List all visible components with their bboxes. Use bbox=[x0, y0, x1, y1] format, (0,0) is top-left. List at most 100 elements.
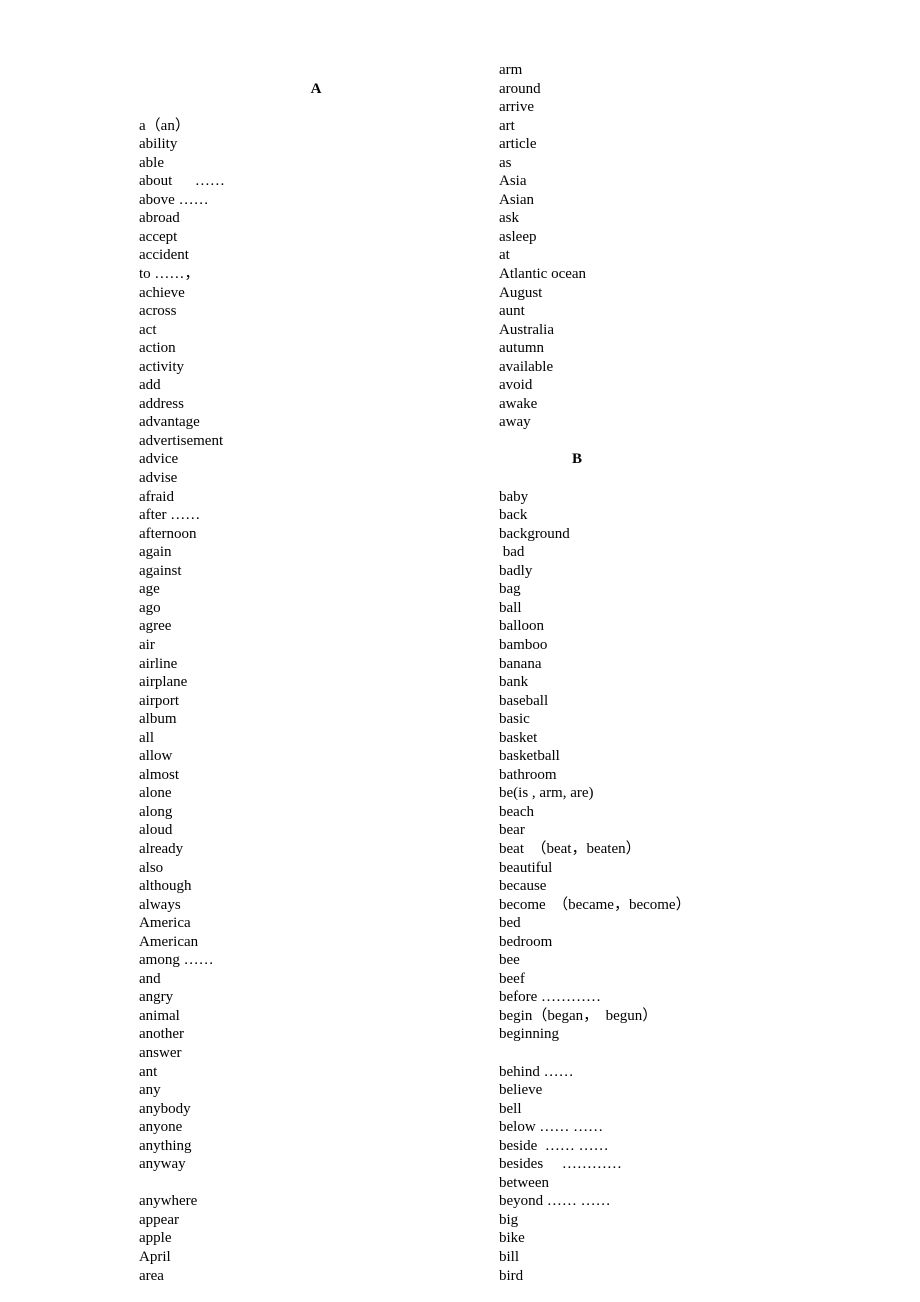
word-entry: baseball bbox=[499, 692, 549, 709]
word-entry: around bbox=[499, 80, 541, 97]
word-entry: abroad bbox=[139, 210, 180, 227]
word-entry: believe bbox=[499, 1082, 543, 1099]
word-entry: bad bbox=[499, 544, 525, 561]
word-entry: again bbox=[139, 544, 172, 561]
word-entry: anybody bbox=[139, 1100, 191, 1117]
word-entry: April bbox=[139, 1249, 171, 1265]
word-entry: between bbox=[499, 1174, 549, 1191]
word-entry: apple bbox=[139, 1230, 172, 1247]
word-entry: above …… bbox=[139, 191, 209, 208]
word-entry: beside …… …… bbox=[499, 1137, 609, 1154]
word-entry: autumn bbox=[499, 340, 544, 357]
word-entry: American bbox=[139, 933, 199, 950]
word-entry: add bbox=[139, 377, 161, 394]
word-entry: after …… bbox=[139, 507, 201, 524]
word-entry: besides ………… bbox=[499, 1156, 622, 1173]
word-entry: anything bbox=[139, 1137, 192, 1154]
word-entry: bedroom bbox=[499, 933, 553, 950]
word-entry: across bbox=[139, 303, 177, 320]
word-entry: afraid bbox=[139, 488, 174, 505]
word-entry: bell bbox=[499, 1100, 522, 1117]
word-entry: area bbox=[139, 1267, 164, 1284]
word-entry: away bbox=[499, 414, 531, 431]
word-entry: Asian bbox=[499, 191, 534, 208]
word-entry: balloon bbox=[499, 618, 544, 635]
word-entry: bill bbox=[499, 1249, 520, 1265]
word-entry: aunt bbox=[499, 303, 525, 320]
word-entry: basketball bbox=[499, 748, 560, 765]
word-entry: bank bbox=[499, 674, 529, 691]
word-entry: another bbox=[139, 1026, 184, 1043]
word-entry: beat （beat，beaten） bbox=[499, 840, 641, 857]
word-entry: beautiful bbox=[499, 859, 553, 876]
word-entry: article bbox=[499, 136, 537, 153]
word-entry: Asia bbox=[499, 173, 527, 190]
word-entry: bird bbox=[499, 1267, 524, 1284]
word-entry: arrive bbox=[499, 99, 534, 116]
word-entry: any bbox=[139, 1082, 161, 1099]
word-entry: already bbox=[139, 840, 184, 857]
word-entry: although bbox=[139, 878, 192, 895]
word-entry: afternoon bbox=[139, 525, 197, 542]
word-entry: animal bbox=[139, 1007, 180, 1024]
word-entry: against bbox=[139, 562, 182, 579]
word-entry: action bbox=[139, 340, 176, 357]
word-entry: bike bbox=[499, 1230, 525, 1247]
word-entry: address bbox=[139, 395, 184, 412]
word-entry: advantage bbox=[139, 414, 200, 431]
left-word-column: Aa（an） ability able about …… above …… abroad a… bbox=[139, 61, 493, 1285]
word-entry: be(is , arm, are) bbox=[499, 785, 594, 802]
word-entry: banana bbox=[499, 655, 542, 672]
word-entry: ball bbox=[499, 599, 522, 616]
word-entry: Australia bbox=[499, 321, 554, 338]
word-entry: appear bbox=[139, 1211, 179, 1228]
word-entry: beach bbox=[499, 803, 534, 820]
word-entry: among …… bbox=[139, 952, 214, 969]
word-entry: asleep bbox=[499, 228, 537, 245]
word-entry: achieve bbox=[139, 284, 185, 301]
word-entry: beyond …… …… bbox=[499, 1193, 611, 1210]
word-entry: basic bbox=[499, 711, 530, 728]
word-entry: to ……， bbox=[139, 266, 200, 283]
word-entry: Atlantic ocean bbox=[499, 266, 587, 283]
word-entry: alone bbox=[139, 785, 172, 802]
word-entry: accept bbox=[139, 228, 178, 245]
section-heading-b: B bbox=[571, 451, 582, 468]
word-entry: bathroom bbox=[499, 766, 557, 783]
word-entry: answer bbox=[139, 1044, 182, 1061]
word-entry: air bbox=[139, 636, 155, 653]
word-entry: always bbox=[139, 896, 181, 913]
word-entry: basket bbox=[499, 729, 538, 746]
word-entry: August bbox=[499, 284, 543, 301]
word-entry: as bbox=[499, 154, 512, 171]
word-entry: become （became，become） bbox=[499, 896, 691, 913]
word-entry: all bbox=[139, 729, 154, 746]
word-entry: act bbox=[139, 321, 157, 338]
word-entry: allow bbox=[139, 748, 173, 765]
word-entry: awake bbox=[499, 395, 538, 412]
word-entry: art bbox=[499, 117, 515, 134]
word-entry: bed bbox=[499, 915, 521, 932]
word-entry: ant bbox=[139, 1063, 158, 1080]
word-entry: bear bbox=[499, 822, 525, 839]
word-entry: big bbox=[499, 1211, 519, 1228]
word-entry: airline bbox=[139, 655, 178, 672]
word-entry: almost bbox=[139, 766, 179, 783]
word-entry: accident bbox=[139, 247, 189, 264]
word-entry: behind …… bbox=[499, 1063, 574, 1080]
word-entry: anywhere bbox=[139, 1193, 198, 1210]
word-entry: ask bbox=[499, 210, 519, 227]
word-entry: angry bbox=[139, 989, 174, 1006]
word-entry: airport bbox=[139, 692, 179, 709]
word-entry: about …… bbox=[139, 173, 225, 190]
word-entry: activity bbox=[139, 358, 184, 375]
word-entry: along bbox=[139, 803, 173, 820]
word-entry: back bbox=[499, 507, 528, 524]
word-entry: anyone bbox=[139, 1119, 183, 1136]
word-entry: at bbox=[499, 247, 510, 264]
word-entry: bamboo bbox=[499, 636, 548, 653]
word-entry: beef bbox=[499, 970, 525, 987]
